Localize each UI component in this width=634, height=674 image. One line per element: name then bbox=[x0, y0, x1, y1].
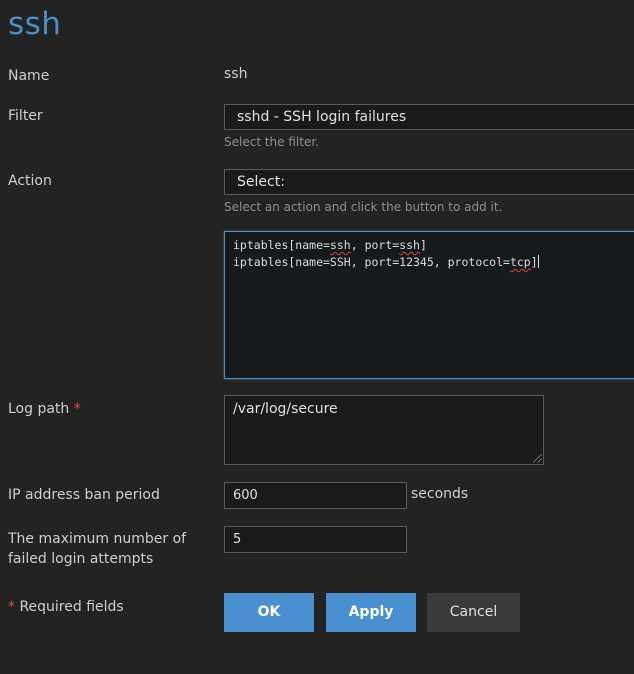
required-asterisk: * bbox=[73, 401, 81, 417]
required-asterisk: * bbox=[8, 599, 15, 615]
required-fields-note: * Required fields bbox=[8, 599, 124, 615]
name-value: ssh bbox=[224, 66, 248, 82]
ban-period-value: 600 bbox=[233, 488, 258, 503]
filter-hint: Select the filter. bbox=[224, 135, 319, 149]
action-label: Action bbox=[8, 173, 52, 189]
filter-label: Filter bbox=[8, 108, 43, 124]
max-attempts-input[interactable]: 5 bbox=[224, 526, 407, 553]
cancel-button[interactable]: Cancel bbox=[427, 593, 520, 632]
name-label: Name bbox=[8, 68, 50, 84]
log-path-textarea[interactable]: /var/log/secure bbox=[224, 395, 544, 465]
action-select[interactable]: Select: bbox=[224, 169, 634, 195]
resize-grip-icon[interactable] bbox=[533, 454, 542, 463]
max-attempts-value: 5 bbox=[233, 532, 242, 547]
action-line: iptables[name=ssh, port=ssh] bbox=[233, 238, 427, 252]
apply-button[interactable]: Apply bbox=[326, 593, 416, 632]
ok-button[interactable]: OK bbox=[224, 593, 314, 632]
filter-selected-value: sshd - SSH login failures bbox=[237, 109, 407, 125]
action-textarea[interactable]: iptables[name=ssh, port=ssh] iptables[na… bbox=[224, 231, 634, 379]
log-path-label: Log path * bbox=[8, 401, 81, 417]
filter-select[interactable]: sshd - SSH login failures bbox=[224, 104, 634, 130]
log-path-value: /var/log/secure bbox=[233, 401, 338, 417]
ban-period-unit: seconds bbox=[411, 486, 469, 502]
action-hint: Select an action and click the button to… bbox=[224, 200, 503, 214]
ban-period-label: IP address ban period bbox=[8, 487, 160, 503]
text-caret bbox=[537, 255, 539, 268]
max-attempts-label: The maximum number of failed login attem… bbox=[8, 531, 187, 567]
action-selected-value: Select: bbox=[237, 174, 285, 190]
action-line: iptables[name=SSH, port=12345, protocol=… bbox=[233, 255, 539, 269]
ban-period-input[interactable]: 600 bbox=[224, 482, 407, 509]
page-title: ssh bbox=[8, 6, 62, 42]
